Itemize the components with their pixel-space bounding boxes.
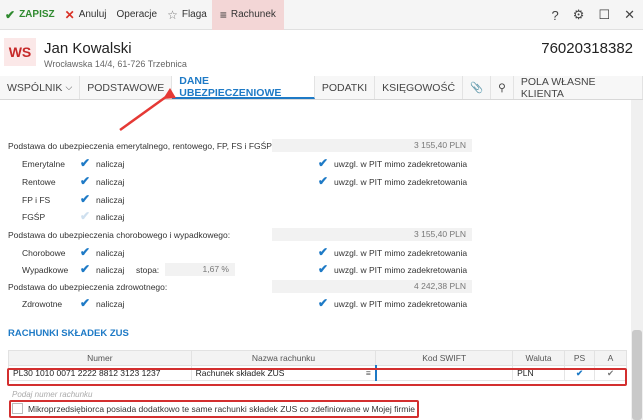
check-icon[interactable]: ✔ [80, 175, 92, 187]
star-icon: ☆ [167, 7, 178, 22]
paperclip-icon: 📎 [470, 82, 484, 94]
client-name: Jan Kowalski [44, 40, 132, 57]
naliczaj-label: naliczaj [96, 177, 125, 187]
toolbar: ✔ ZAPISZ ✕ Anuluj Operacje ☆ Flaga ≡ Rac… [0, 0, 643, 30]
naliczaj-label: naliczaj [96, 248, 125, 258]
tab-pola-wlasne[interactable]: POLA WŁASNE KLIENTA [514, 76, 643, 100]
tab-podatki[interactable]: PODATKI [315, 76, 376, 99]
zus-section-title: RACHUNKI SKŁADEK ZUS [8, 328, 129, 339]
menu-icon: ≡ [219, 7, 227, 22]
operations-label: Operacje [116, 9, 158, 20]
pit-label: uwzgl. w PIT mimo zadekretowania [334, 248, 468, 258]
base-zdrowotne-value[interactable]: 4 242,38 PLN [272, 280, 472, 293]
tab-wspolnik[interactable]: WSPÓLNIK ⌵ [0, 76, 81, 99]
check-icon[interactable]: ✔ [318, 175, 330, 187]
pit-label: uwzgl. w PIT mimo zadekretowania [334, 265, 468, 275]
tab-search[interactable]: ⚲ [491, 76, 514, 99]
stopa-value[interactable]: 1,67 % [165, 263, 235, 276]
highlight-row-outline [7, 368, 627, 386]
base-emerytalne-label: Podstawa do ubezpieczenia emerytalnego, … [8, 141, 275, 151]
close-window-icon[interactable]: ✕ [624, 7, 635, 23]
account-button[interactable]: ≡ Rachunek [211, 0, 284, 30]
row-chorobowe: Chorobowe [22, 248, 66, 258]
row-zdrowotne: Zdrowotne [22, 299, 63, 309]
naliczaj-label: naliczaj [96, 159, 125, 169]
col-waluta[interactable]: Waluta [512, 350, 566, 366]
naliczaj-label: naliczaj [96, 265, 125, 275]
col-swift[interactable]: Kod SWIFT [375, 350, 514, 366]
check-icon[interactable]: ✔ [80, 263, 92, 275]
operations-button[interactable]: Operacje [112, 0, 163, 30]
tab-attachments[interactable]: 📎 [463, 76, 492, 99]
check-icon[interactable]: ✔ [318, 263, 330, 275]
check-icon[interactable]: ✔ [318, 157, 330, 169]
scroll-thumb[interactable] [632, 330, 642, 420]
base-chorobowe-value[interactable]: 3 155,40 PLN [272, 228, 472, 241]
pit-label: uwzgl. w PIT mimo zadekretowania [334, 159, 468, 169]
highlight-mikro-outline [9, 400, 419, 418]
flag-button[interactable]: ☆ Flaga [162, 0, 212, 30]
tab-bar: WSPÓLNIK ⌵ PODSTAWOWE DANE UBEZPIECZENIOW… [0, 75, 643, 100]
naliczaj-label: naliczaj [96, 195, 125, 205]
close-icon: ✕ [64, 7, 75, 22]
maximize-icon[interactable]: ☐ [598, 7, 610, 23]
client-header: WS Jan Kowalski Wrocławska 14/4, 61-726 … [0, 30, 643, 76]
tab-podstawowe[interactable]: PODSTAWOWE [80, 76, 173, 99]
check-icon[interactable]: ✔ [80, 157, 92, 169]
account-label: Rachunek [230, 9, 276, 20]
col-a[interactable]: A [594, 350, 627, 366]
client-logo: WS [4, 38, 36, 66]
client-address: Wrocławska 14/4, 61-726 Trzebnica [44, 59, 187, 69]
naliczaj-label: naliczaj [96, 299, 125, 309]
row-rentowe: Rentowe [22, 177, 56, 187]
flag-label: Flaga [181, 9, 207, 20]
check-icon[interactable]: ✔ [80, 193, 92, 205]
tab-ksiegowosc[interactable]: KSIĘGOWOŚĆ [375, 76, 464, 99]
account-number-input[interactable]: Podaj numer rachunku [12, 390, 93, 399]
cancel-button[interactable]: ✕ Anuluj [60, 0, 112, 30]
row-emerytalne: Emerytalne [22, 159, 65, 169]
help-icon[interactable]: ? [552, 8, 559, 23]
col-numer[interactable]: Numer [8, 350, 192, 366]
gear-icon[interactable]: ⚙ [573, 7, 585, 23]
client-nip: 76020318382 [541, 40, 633, 57]
row-fgsp: FGŚP [22, 212, 46, 222]
chevron-down-icon: ⌵ [65, 82, 73, 92]
check-icon[interactable]: ✔ [318, 297, 330, 309]
stopa-label: stopa: [136, 265, 160, 275]
check-icon[interactable]: ✔ [80, 297, 92, 309]
check-icon[interactable]: ✔ [80, 246, 92, 258]
save-button[interactable]: ✔ ZAPISZ [0, 0, 60, 30]
search-people-icon: ⚲ [498, 81, 506, 94]
cancel-label: Anuluj [78, 9, 107, 20]
col-nazwa[interactable]: Nazwa rachunku [190, 350, 377, 366]
pit-label: uwzgl. w PIT mimo zadekretowania [334, 299, 468, 309]
check-icon[interactable]: ✔ [318, 246, 330, 258]
naliczaj-label: naliczaj [96, 212, 125, 222]
scrollbar[interactable] [631, 100, 643, 420]
col-ps[interactable]: PS [564, 350, 595, 366]
base-zdrowotne-label: Podstawa do ubezpieczenia zdrowotnego: [8, 282, 168, 292]
base-emerytalne-value[interactable]: 3 155,40 PLN [272, 139, 472, 152]
save-label: ZAPISZ [19, 9, 55, 20]
check-icon[interactable]: ✔ [80, 210, 92, 222]
pit-label: uwzgl. w PIT mimo zadekretowania [334, 177, 468, 187]
row-wypadkowe: Wypadkowe [22, 265, 69, 275]
tab-dane-ubezpieczeniowe[interactable]: DANE UBEZPIECZENIOWE [172, 75, 315, 99]
row-fp-fs: FP i FS [22, 195, 51, 205]
base-chorobowe-label: Podstawa do ubezpieczenia chorobowego i … [8, 230, 231, 240]
checkmark-icon: ✔ [5, 7, 16, 22]
